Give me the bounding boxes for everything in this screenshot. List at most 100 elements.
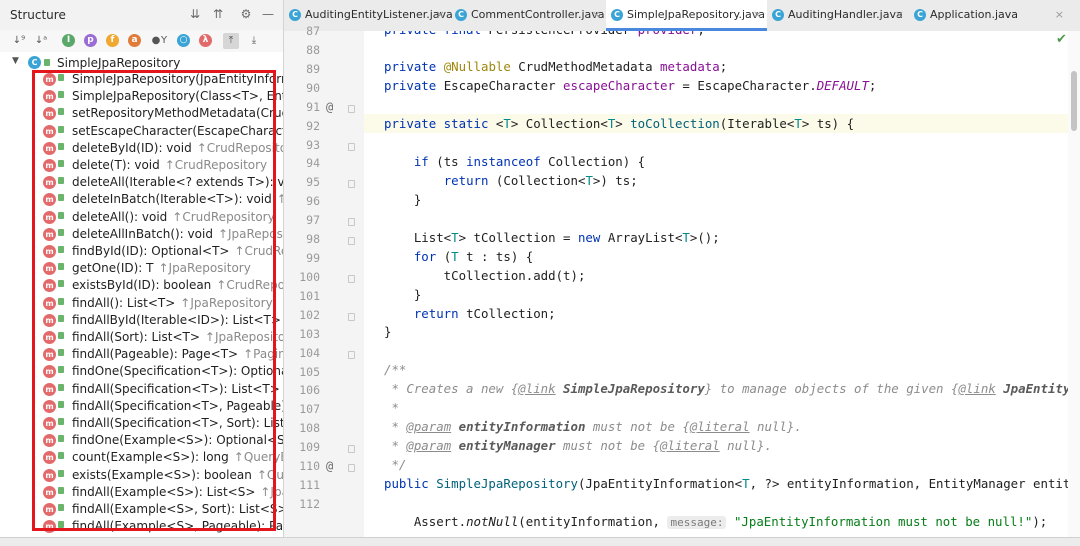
method-item[interactable]: m findById(ID): Optional<T> ↑CrudRepo <box>0 243 283 260</box>
line-number: 112 <box>299 497 320 511</box>
method-signature: findAll(Specification<T>): List<T> <box>72 381 280 396</box>
method-item[interactable]: m deleteAll(): void ↑CrudRepository <box>0 209 283 226</box>
line-number: 106 <box>299 383 320 398</box>
expand-all-icon[interactable]: ⇊ <box>187 6 203 22</box>
line-number: 91 <box>306 99 320 114</box>
editor-tab[interactable]: C CommentController.java × <box>450 0 606 31</box>
show-inherited-icon[interactable]: I <box>62 34 75 47</box>
annotation-gutter-icon[interactable]: @ <box>326 459 333 473</box>
method-icon: m <box>43 365 56 379</box>
public-access-icon <box>58 297 64 305</box>
method-origin: ↑CrudRepository <box>164 158 268 172</box>
code-line-94: return (Collection<T>) ts; <box>443 173 638 188</box>
tree-root-class[interactable]: ▼ C SimpleJpaRepository <box>0 55 283 72</box>
method-item[interactable]: m findAll(): List<T> ↑JpaRepository <box>0 295 283 312</box>
scrollbar-thumb[interactable] <box>1071 71 1077 131</box>
fold-marker-icon[interactable] <box>348 350 355 359</box>
public-access-icon <box>58 521 64 529</box>
collapse-all-icon[interactable]: ⇈ <box>210 6 226 22</box>
fold-marker-icon[interactable] <box>348 237 355 246</box>
close-icon[interactable]: × <box>753 8 762 21</box>
chevron-down-icon[interactable]: ▼ <box>12 56 19 66</box>
method-signature: findAll(Sort): List<T> <box>72 330 200 344</box>
method-item[interactable]: m findAll(Pageable): Page<T> ↑PagingA <box>0 346 283 363</box>
method-label: findAll(Specification<T>, Sort): List<T <box>72 416 283 430</box>
method-item[interactable]: m getOne(ID): T ↑JpaRepository <box>0 260 283 277</box>
method-signature: setRepositoryMethodMetadata(CrudM <box>72 106 284 121</box>
method-signature: findById(ID): Optional<T> <box>72 244 230 258</box>
line-number: 105 <box>299 364 320 379</box>
close-icon[interactable]: × <box>436 8 445 21</box>
editor-tab[interactable]: C Application.java × <box>909 0 1069 31</box>
method-signature: findAll(Example<S>, Pageable): Page< <box>72 519 284 534</box>
method-icon: m <box>43 503 56 516</box>
method-item[interactable]: m SimpleJpaRepository(Class<T>, Entity <box>0 88 283 105</box>
gear-icon[interactable]: ⚙ <box>238 6 254 22</box>
public-access-icon <box>58 280 64 288</box>
fold-marker-icon[interactable] <box>348 180 355 189</box>
fold-marker-icon[interactable] <box>348 142 355 151</box>
autoscroll-to-source-icon[interactable]: ⤒ <box>223 33 239 49</box>
sort-by-visibility-icon[interactable]: ↓⁹ <box>11 33 27 49</box>
method-item[interactable]: m exists(Example<S>): boolean ↑QueryB <box>0 467 283 484</box>
method-item[interactable]: m deleteAllInBatch(): void ↑JpaReposito <box>0 226 283 243</box>
method-item[interactable]: m findAllById(Iterable<ID>): List<T>↑Jp <box>0 312 283 329</box>
sort-alphabetically-icon[interactable]: ↓ᵃ <box>33 33 49 49</box>
method-item[interactable]: m findOne(Example<S>): Optional<S>↑ <box>0 432 283 449</box>
method-item[interactable]: m delete(T): void ↑CrudRepository <box>0 157 283 174</box>
fold-marker-icon[interactable] <box>348 445 355 454</box>
method-label: delete(T): void ↑CrudRepository <box>72 158 267 172</box>
minimize-icon[interactable]: — <box>260 6 276 22</box>
annotation-gutter-icon[interactable]: @ <box>326 100 333 114</box>
line-number: 94 <box>306 156 320 171</box>
line-number: 102 <box>299 307 320 322</box>
filter-icon[interactable]: Y <box>156 33 172 49</box>
line-number: 92 <box>306 118 320 133</box>
method-item[interactable]: m setRepositoryMethodMetadata(CrudM <box>0 105 283 122</box>
method-item[interactable]: m existsById(ID): boolean ↑CrudReposit <box>0 277 283 294</box>
public-access-icon <box>58 228 64 236</box>
code-editor[interactable]: private final PersistenceProvider provid… <box>364 31 1068 545</box>
method-origin: ↑JpaRepository <box>204 330 283 344</box>
show-properties-icon[interactable]: p <box>84 34 97 47</box>
method-origin: ↑CrudRepository <box>196 140 283 155</box>
editor-tab[interactable]: C SimpleJpaRepository.java × <box>606 0 767 31</box>
editor-tab[interactable]: C AuditingHandler.java × <box>767 0 909 31</box>
method-item[interactable]: m findAll(Specification<T>, Sort): List<T <box>0 415 283 432</box>
code-line-100: } <box>384 287 422 302</box>
method-label: findOne(Specification<T>): Optional< <box>72 364 283 378</box>
public-access-icon <box>58 418 64 425</box>
fold-marker-icon[interactable] <box>348 312 355 321</box>
method-item[interactable]: m findOne(Specification<T>): Optional< <box>0 363 283 380</box>
method-item[interactable]: m deleteInBatch(Iterable<T>): void ↑Jpa <box>0 191 283 208</box>
close-icon[interactable]: × <box>1055 8 1064 21</box>
editor-scrollbar[interactable] <box>1068 31 1080 545</box>
show-fields-icon[interactable]: f <box>106 34 119 47</box>
method-item[interactable]: m findAll(Example<S>, Sort): List<S>↑J <box>0 501 283 518</box>
close-icon[interactable]: × <box>895 8 904 21</box>
method-item[interactable]: m count(Example<S>): long ↑QueryByEx <box>0 449 283 466</box>
method-item[interactable]: m findAll(Example<S>, Pageable): Page< <box>0 518 283 535</box>
fold-marker-icon[interactable] <box>348 104 355 113</box>
show-lambda-icon[interactable]: λ <box>199 34 212 47</box>
method-item[interactable]: m findAll(Sort): List<T> ↑JpaRepository <box>0 329 283 346</box>
show-anonymous-icon[interactable]: a <box>128 34 141 47</box>
method-item[interactable]: m SimpleJpaRepository(JpaEntityInform <box>0 71 283 88</box>
method-label: findAll(Pageable): Page<T> ↑PagingA <box>72 347 283 361</box>
method-item[interactable]: m deleteAll(Iterable<? extends T>): void <box>0 174 283 191</box>
show-lambdas-icon[interactable]: ○ <box>177 34 190 47</box>
method-item[interactable]: m findAll(Example<S>): List<S> ↑JpaRe <box>0 484 283 501</box>
fold-marker-icon[interactable] <box>348 274 355 283</box>
method-item[interactable]: m findAll(Specification<T>): List<T>↑ <box>0 381 283 398</box>
method-item[interactable]: m findAll(Specification<T>, Pageable): P <box>0 398 283 415</box>
close-icon[interactable]: × <box>592 8 601 21</box>
fold-marker-icon[interactable] <box>348 464 355 473</box>
class-icon: C <box>914 9 926 21</box>
fold-marker-icon[interactable] <box>348 218 355 227</box>
autoscroll-from-source-icon[interactable]: ⤓ <box>246 33 262 49</box>
line-number: 88 <box>306 42 320 57</box>
code-line-107: * @param entityInformation must not be {… <box>384 419 802 434</box>
method-item[interactable]: m setEscapeCharacter(EscapeCharacter <box>0 123 283 140</box>
method-icon: m <box>43 417 56 430</box>
method-item[interactable]: m deleteById(ID): void ↑CrudRepository <box>0 140 283 157</box>
